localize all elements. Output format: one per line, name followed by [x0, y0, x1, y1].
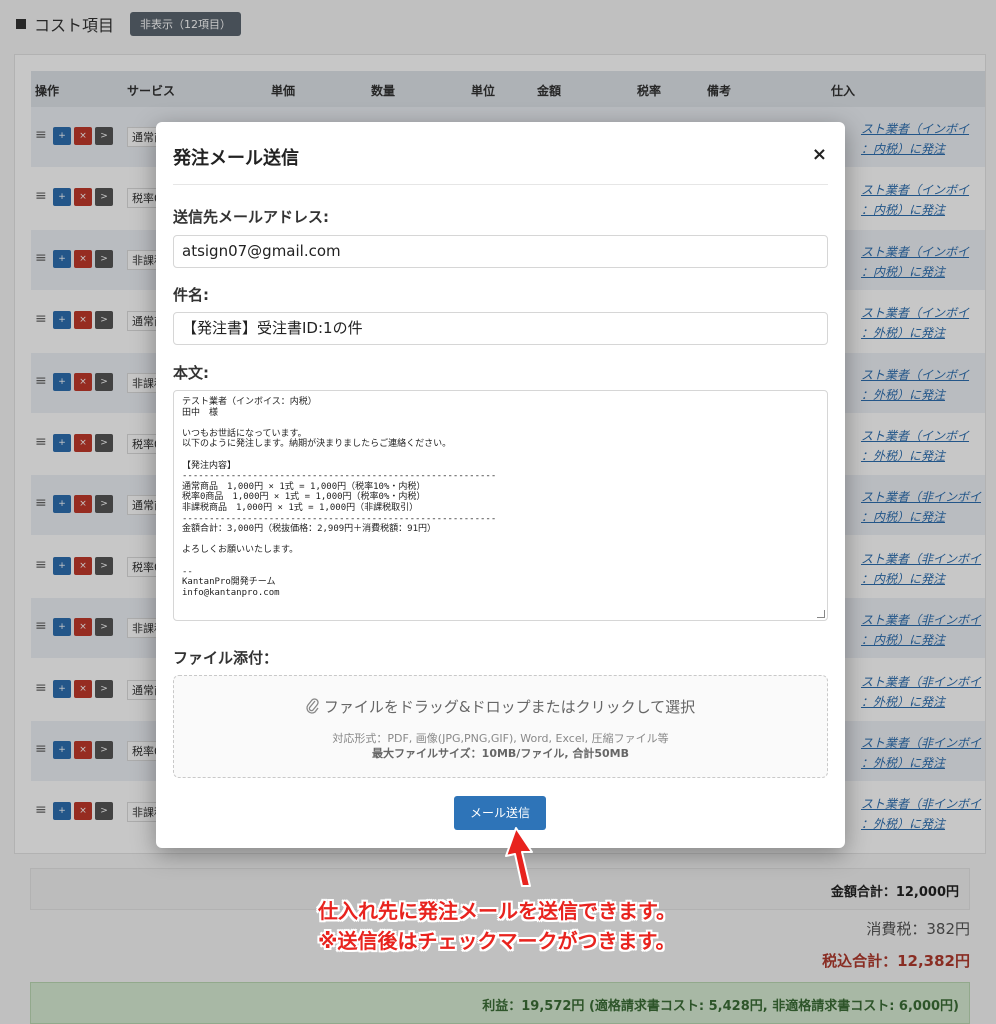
- body-text-line: --: [182, 566, 193, 577]
- body-text-line: 田中 様: [182, 407, 219, 418]
- body-text-line: [182, 556, 819, 567]
- body-text-line: [182, 535, 819, 546]
- paperclip-icon: [306, 698, 320, 718]
- body-textarea[interactable]: テスト業者（インボイス：内税） 田中 様いつもお世話になっています。 以下のように発…: [173, 390, 828, 621]
- subject-label: 件名:: [173, 286, 209, 304]
- dropzone-text: ファイルをドラッグ&ドロップまたはクリックして選択: [323, 698, 696, 716]
- body-text-line: 金額合計：3,000円（税抜価格：2,909円＋消費税額：91円）: [182, 524, 437, 535]
- body-text-line: ----------------------------------------…: [182, 471, 497, 482]
- body-text-line: 【発注内容】: [182, 460, 237, 471]
- dropzone-main: ファイルをドラッグ&ドロップまたはクリックして選択: [174, 696, 827, 718]
- attach-label: ファイル添付：: [173, 649, 279, 667]
- annotation-line-1: 仕入れ先に発注メールを送信できます。: [318, 899, 676, 923]
- file-dropzone[interactable]: ファイルをドラッグ&ドロップまたはクリックして選択 対応形式：PDF, 画像(J…: [173, 675, 828, 778]
- body-text-line: [182, 418, 819, 429]
- to-label: 送信先メールアドレス:: [173, 208, 329, 226]
- order-email-modal: 発注メール送信 × 送信先メールアドレス: atsign07@gmail.com…: [156, 122, 845, 848]
- annotation-arrow-icon: [505, 827, 533, 887]
- annotation-note: 仕入れ先に発注メールを送信できます。 ※送信後はチェックマークがつきます。: [318, 896, 676, 956]
- body-text-line: よろしくお願いいたします。: [182, 545, 299, 556]
- dropzone-size: 最大ファイルサイズ：10MB/ファイル, 合計50MB: [372, 747, 629, 760]
- body-text-line: info@kantanpro.com: [182, 587, 280, 598]
- subject-field[interactable]: 【発注書】受注書ID:1の件: [173, 312, 828, 345]
- close-icon[interactable]: ×: [812, 144, 827, 165]
- resize-handle-icon[interactable]: [817, 610, 825, 618]
- body-text-line: 以下のように発注します。納期が決まりましたらご連絡ください。: [182, 439, 452, 450]
- modal-title: 発注メール送信: [173, 148, 299, 169]
- body-text-line: [182, 450, 819, 461]
- modal-divider: [173, 184, 828, 185]
- body-text-line: 非課税商品 1,000円 × 1式 = 1,000円（非課税取引）: [182, 502, 419, 513]
- body-text-line: KantanPro開発チーム: [182, 577, 276, 588]
- body-text-line: テスト業者（インボイス：内税）: [182, 397, 317, 407]
- body-text-line: 税率0商品 1,000円 × 1式 = 1,000円（税率0%・内税）: [182, 492, 426, 503]
- email-field[interactable]: atsign07@gmail.com: [173, 235, 828, 268]
- send-email-button[interactable]: メール送信: [454, 796, 546, 830]
- body-text-line: ----------------------------------------…: [182, 513, 497, 524]
- body-text-line: いつもお世話になっています。: [182, 428, 307, 439]
- dropzone-formats: 対応形式：PDF, 画像(JPG,PNG,GIF), Word, Excel, …: [332, 732, 669, 745]
- body-text-line: 通常商品 1,000円 × 1式 = 1,000円（税率10%・内税）: [182, 481, 426, 492]
- body-label: 本文:: [173, 364, 209, 382]
- annotation-line-2: ※送信後はチェックマークがつきます。: [318, 929, 676, 953]
